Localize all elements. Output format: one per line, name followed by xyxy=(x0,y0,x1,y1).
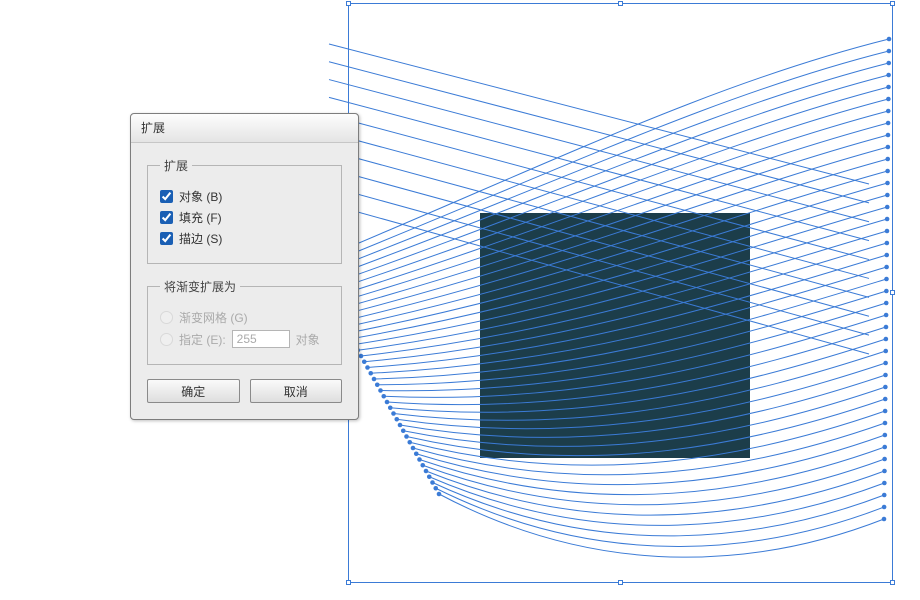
selection-bounding-box xyxy=(349,4,892,582)
stroke-checkbox[interactable] xyxy=(160,232,173,245)
fill-checkbox[interactable] xyxy=(160,211,173,224)
object-checkbox-label: 对象 (B) xyxy=(179,188,222,205)
gradient-specify-radio xyxy=(160,333,173,346)
object-checkbox[interactable] xyxy=(160,190,173,203)
selection-handle-tm[interactable] xyxy=(618,1,623,6)
selection-handle-mr[interactable] xyxy=(890,290,895,295)
stroke-checkbox-row[interactable]: 描边 (S) xyxy=(160,230,329,247)
fill-checkbox-label: 填充 (F) xyxy=(179,209,222,226)
gradient-legend: 将渐变扩展为 xyxy=(160,278,240,295)
selection-handle-bm[interactable] xyxy=(618,580,623,585)
gradient-specify-radio-row: 指定 (E): 对象 xyxy=(160,330,329,348)
dialog-titlebar[interactable]: 扩展 xyxy=(131,114,358,143)
gradient-mesh-radio-row: 渐变网格 (G) xyxy=(160,309,329,326)
dialog-title: 扩展 xyxy=(141,121,165,135)
expand-dialog: 扩展 扩展 对象 (B) 填充 (F) 描边 (S) 将渐变扩展为 渐变网格 (… xyxy=(130,113,359,420)
expand-fieldset: 扩展 对象 (B) 填充 (F) 描边 (S) xyxy=(147,157,342,264)
gradient-specify-suffix: 对象 xyxy=(296,331,320,348)
selection-handle-bl[interactable] xyxy=(346,580,351,585)
gradient-mesh-label: 渐变网格 (G) xyxy=(179,309,248,326)
fill-checkbox-row[interactable]: 填充 (F) xyxy=(160,209,329,226)
cancel-button[interactable]: 取消 xyxy=(250,379,343,403)
stroke-checkbox-label: 描边 (S) xyxy=(179,230,222,247)
gradient-specify-prefix: 指定 (E): xyxy=(179,331,226,348)
selection-handle-tl[interactable] xyxy=(346,1,351,6)
selection-handle-br[interactable] xyxy=(890,580,895,585)
selection-handle-tr[interactable] xyxy=(890,1,895,6)
object-checkbox-row[interactable]: 对象 (B) xyxy=(160,188,329,205)
gradient-fieldset: 将渐变扩展为 渐变网格 (G) 指定 (E): 对象 xyxy=(147,278,342,365)
gradient-mesh-radio xyxy=(160,311,173,324)
expand-legend: 扩展 xyxy=(160,157,192,174)
gradient-specify-input xyxy=(232,330,290,348)
ok-button[interactable]: 确定 xyxy=(147,379,240,403)
